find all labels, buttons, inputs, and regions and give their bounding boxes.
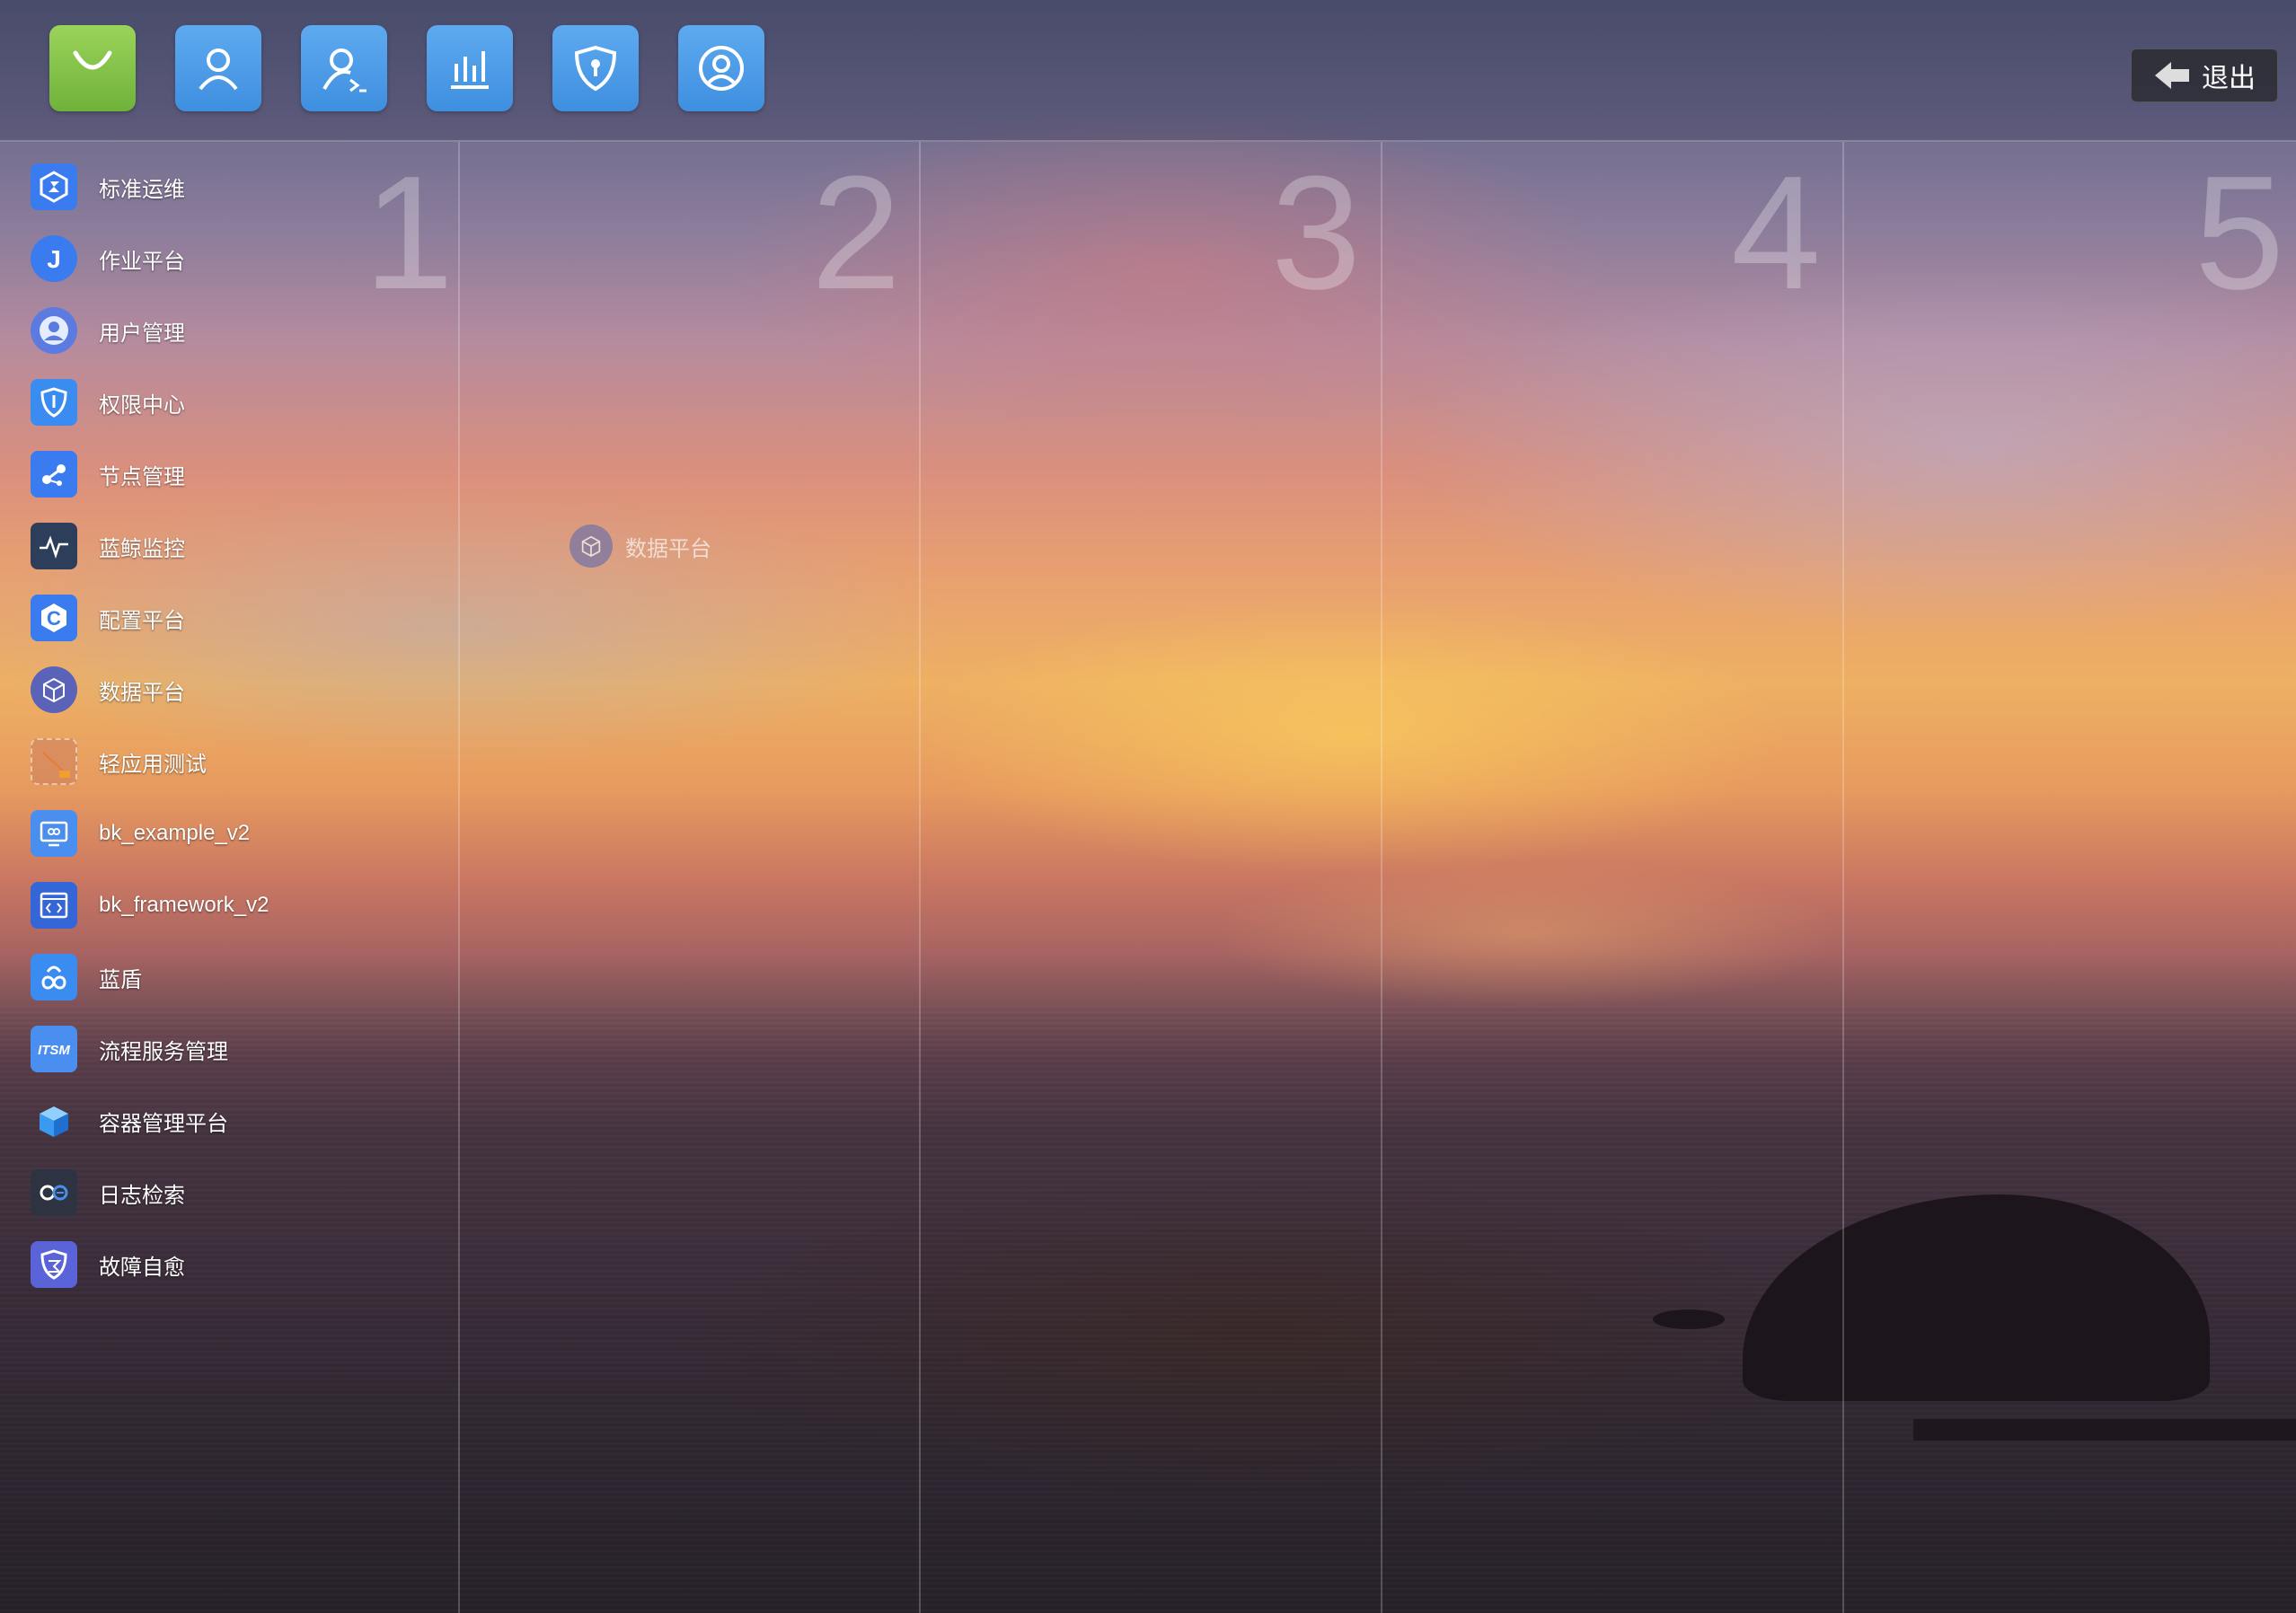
desktop-divider (919, 142, 921, 1613)
app-label: 节点管理 (99, 464, 185, 489)
app-label: 容器管理平台 (99, 1111, 228, 1136)
app-label: 作业平台 (99, 249, 185, 274)
svg-text:ITSM: ITSM (38, 1043, 70, 1058)
cube-icon (570, 524, 613, 568)
app-label: 蓝盾 (99, 967, 142, 992)
app-item-standard-ops[interactable]: 标准运维 (31, 162, 185, 212)
app-item-bk-monitor[interactable]: 蓝鲸监控 (31, 521, 185, 571)
app-item-bk-framework-v2[interactable]: bk_framework_v2 (31, 880, 269, 930)
box-3d-icon (31, 1097, 77, 1144)
desktop-number-3[interactable]: 3 (1271, 144, 1361, 323)
app-label: bk_framework_v2 (99, 893, 269, 917)
app-label: 轻应用测试 (99, 752, 207, 777)
app-label: 权限中心 (99, 392, 185, 418)
shield-icon[interactable] (552, 25, 639, 111)
app-label: 用户管理 (99, 321, 185, 346)
desktop-divider (1381, 142, 1382, 1613)
app-label: 流程服务管理 (99, 1039, 228, 1064)
app-item-fault-autorecovery[interactable]: 故障自愈 (31, 1239, 185, 1290)
letter-c-icon: C (31, 595, 77, 641)
pulse-icon (31, 523, 77, 569)
arrow-left-icon (2155, 62, 2189, 89)
desktop-number-4[interactable]: 4 (1731, 144, 1821, 323)
infinity-cloud-icon (31, 954, 77, 1000)
app-label: 故障自愈 (99, 1255, 185, 1280)
shield-icon (31, 379, 77, 426)
app-item-bk-example-v2[interactable]: bk_example_v2 (31, 808, 250, 859)
logout-label: 退出 (2202, 64, 2256, 93)
desktop-number-1[interactable]: 1 (364, 144, 454, 323)
app-label: 配置平台 (99, 608, 185, 633)
user-icon[interactable] (175, 25, 261, 111)
desktop-number-2[interactable]: 2 (811, 144, 901, 323)
app-item-permission-center[interactable]: 权限中心 (31, 377, 185, 427)
shield-heal-icon (31, 1241, 77, 1288)
app-item-light-app-test[interactable]: 轻应用测试 (31, 736, 207, 787)
app-label: 蓝鲸监控 (99, 536, 185, 561)
app-item-bk-ci[interactable]: 蓝盾 (31, 952, 142, 1002)
desktop-app-data-platform[interactable]: 数据平台 (570, 524, 711, 568)
app-item-config-platform[interactable]: C 配置平台 (31, 593, 185, 643)
monitor-icon (31, 810, 77, 857)
app-item-node-management[interactable]: 节点管理 (31, 449, 185, 499)
top-dock: 退出 (0, 0, 2296, 142)
light-app-icon (31, 738, 77, 785)
user-settings-icon[interactable] (301, 25, 387, 111)
app-market-icon[interactable] (49, 25, 136, 111)
desktop-divider (1842, 142, 1844, 1613)
desktop-number-5[interactable]: 5 (2194, 144, 2284, 323)
chart-icon[interactable] (427, 25, 513, 111)
desktop-divider (458, 142, 460, 1613)
app-label: bk_example_v2 (99, 821, 251, 845)
code-window-icon (31, 882, 77, 929)
itsm-icon: ITSM (31, 1026, 77, 1072)
svg-text:J: J (47, 245, 61, 273)
user-circle-icon[interactable] (678, 25, 764, 111)
app-label: 标准运维 (99, 177, 185, 202)
app-item-itsm[interactable]: ITSM 流程服务管理 (31, 1024, 228, 1074)
user-circle-icon (31, 307, 77, 354)
cube-icon (31, 666, 77, 713)
app-label: 数据平台 (99, 680, 185, 705)
svg-text:C: C (47, 607, 61, 630)
gear-hex-icon (31, 163, 77, 210)
app-item-data-platform[interactable]: 数据平台 (31, 665, 185, 715)
log-search-icon (31, 1169, 77, 1216)
nodes-icon (31, 451, 77, 498)
letter-j-icon: J (31, 235, 77, 282)
app-item-user-management[interactable]: 用户管理 (31, 305, 185, 356)
app-item-log-search[interactable]: 日志检索 (31, 1168, 185, 1218)
app-item-job-platform[interactable]: J 作业平台 (31, 234, 185, 284)
logout-button[interactable]: 退出 (2131, 48, 2278, 102)
app-item-container-platform[interactable]: 容器管理平台 (31, 1096, 228, 1146)
desktop-app-label: 数据平台 (625, 536, 711, 561)
app-label: 日志检索 (99, 1183, 185, 1208)
